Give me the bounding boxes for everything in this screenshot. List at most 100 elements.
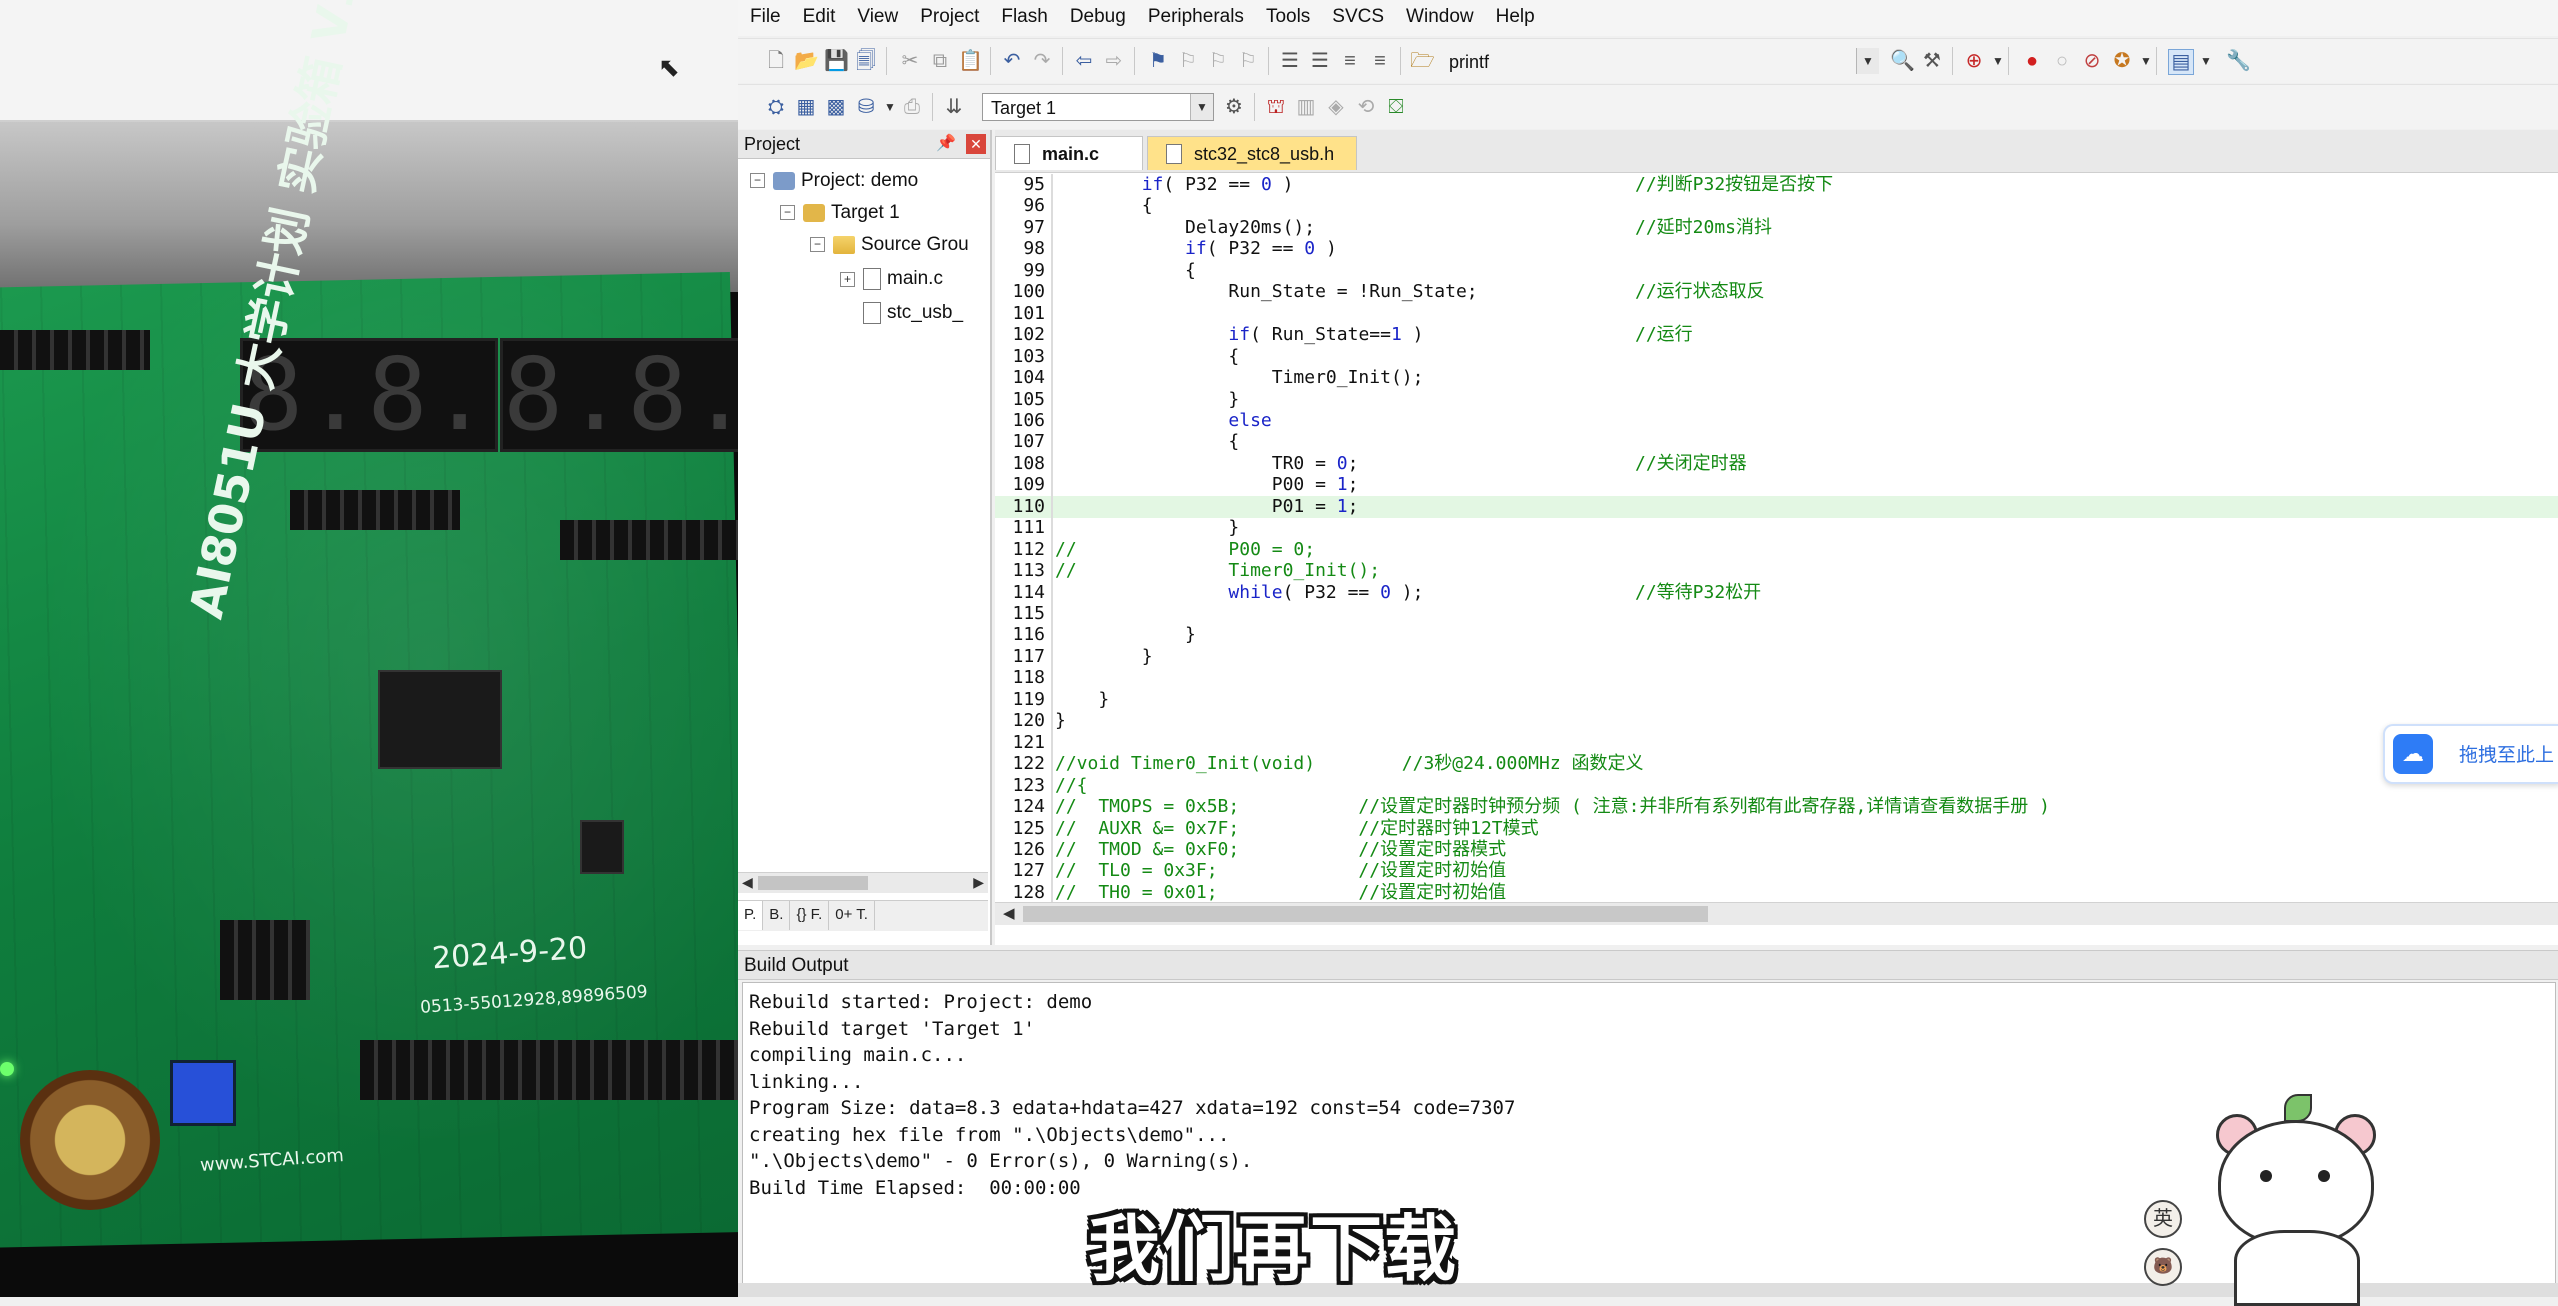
tab-project[interactable]: P.: [738, 901, 764, 930]
code-line[interactable]: 127 // TL0 = 0x3F; //设置定时初始值: [995, 860, 2558, 883]
debug-start-icon[interactable]: ⊕: [1962, 49, 1986, 73]
target-options-icon[interactable]: ⚙: [1222, 95, 1246, 119]
code-line[interactable]: 108 TR0 = 0; //关闭定时器: [995, 452, 2558, 475]
code-line[interactable]: 98 if( P32 == 0 ): [995, 238, 2558, 261]
code-line[interactable]: 114 while( P32 == 0 ); //等待P32松开: [995, 581, 2558, 604]
find-combo[interactable]: printf ▼: [1440, 47, 1880, 75]
stop-build-icon[interactable]: ⎙: [900, 95, 924, 119]
new-file-icon[interactable]: 🗋: [764, 49, 788, 73]
project-horizontal-scrollbar[interactable]: ◀ ▶: [738, 872, 988, 893]
expand-icon[interactable]: +: [840, 271, 855, 287]
open-folder-icon[interactable]: 📂: [794, 49, 819, 73]
menu-file[interactable]: File: [738, 0, 791, 36]
menu-edit[interactable]: Edit: [791, 0, 846, 36]
code-line[interactable]: 112 // P00 = 0;: [995, 538, 2558, 561]
code-line[interactable]: 115: [995, 603, 2558, 625]
tree-item-stc-usb[interactable]: stc_usb_: [863, 302, 963, 324]
save-icon[interactable]: 💾: [824, 49, 849, 73]
unindent-icon[interactable]: ☰: [1308, 49, 1332, 73]
code-line[interactable]: 106 else: [995, 409, 2558, 432]
code-line[interactable]: 116 }: [995, 624, 2558, 647]
menu-project[interactable]: Project: [908, 0, 989, 36]
prev-bookmark-icon[interactable]: ⚐: [1176, 49, 1200, 73]
ime-english-badge[interactable]: 英: [2144, 1200, 2182, 1238]
select-packs-icon[interactable]: ◈: [1324, 95, 1348, 119]
tab-books[interactable]: B.: [763, 901, 791, 930]
collapse-icon[interactable]: −: [750, 173, 765, 189]
code-line[interactable]: 95 if( P32 == 0 ) //判断P32按钮是否按下: [995, 174, 2558, 196]
scroll-thumb[interactable]: [758, 876, 868, 890]
code-line[interactable]: 102 if( Run_State==1 ) //运行: [995, 324, 2558, 347]
chevron-down-icon[interactable]: ▼: [1986, 49, 2010, 73]
manage-components-icon[interactable]: ▥: [1294, 95, 1318, 119]
tab-templates[interactable]: 0+ T.: [829, 901, 875, 930]
tree-item-project[interactable]: − Project: demo: [750, 170, 918, 192]
code-line[interactable]: 113 // Timer0_Init();: [995, 560, 2558, 583]
code-line[interactable]: 96 {: [995, 195, 2558, 218]
code-line[interactable]: 97 Delay20ms(); //延时20ms消抖: [995, 216, 2558, 239]
collapse-icon[interactable]: −: [810, 237, 825, 253]
code-line[interactable]: 128 // TH0 = 0x01; //设置定时初始值: [995, 881, 2558, 902]
code-line[interactable]: 125 // AUXR &= 0x7F; //定时器时钟12T模式: [995, 817, 2558, 840]
undo-icon[interactable]: ↶: [1000, 49, 1024, 73]
code-line[interactable]: 99 {: [995, 259, 2558, 282]
pin-icon[interactable]: 📌: [936, 130, 956, 158]
tab-main-c[interactable]: main.c: [995, 136, 1143, 170]
menu-peripherals[interactable]: Peripherals: [1136, 0, 1254, 36]
find-in-files-icon[interactable]: 🗁: [1410, 49, 1435, 73]
tree-item-main-c[interactable]: + main.c: [840, 268, 943, 290]
target-select[interactable]: Target 1 ▼: [982, 93, 1214, 121]
menu-help[interactable]: Help: [1484, 0, 1545, 36]
menu-svcs[interactable]: SVCS: [1320, 0, 1394, 36]
chevron-down-icon[interactable]: ▼: [1856, 48, 1879, 74]
kill-breakpoints-icon[interactable]: ✪: [2110, 49, 2134, 73]
code-line[interactable]: 107 {: [995, 431, 2558, 454]
chevron-down-icon[interactable]: ▼: [2194, 49, 2218, 73]
code-line[interactable]: 101: [995, 302, 2558, 325]
menu-debug[interactable]: Debug: [1058, 0, 1136, 36]
tree-item-source-group[interactable]: − Source Grou: [810, 234, 969, 256]
close-icon[interactable]: ✕: [966, 134, 986, 154]
redo-icon[interactable]: ↷: [1030, 49, 1054, 73]
rte-icon[interactable]: ⛋: [1384, 95, 1408, 119]
navigate-forward-icon[interactable]: ⇨: [1102, 49, 1126, 73]
navigate-back-icon[interactable]: ⇦: [1072, 49, 1096, 73]
drag-upload-widget[interactable]: ☁ 拖拽至此上: [2383, 724, 2558, 784]
clear-bookmarks-icon[interactable]: ⚐: [1236, 49, 1260, 73]
code-line[interactable]: 123 //{: [995, 774, 2558, 797]
tree-item-target[interactable]: − Target 1: [780, 202, 900, 224]
code-line[interactable]: 104 Timer0_Init();: [995, 367, 2558, 390]
uncomment-icon[interactable]: ≡: [1368, 49, 1392, 73]
scroll-right-icon[interactable]: ▶: [973, 874, 984, 891]
tab-stc32-usb-h[interactable]: stc32_stc8_usb.h: [1147, 136, 1357, 170]
menu-view[interactable]: View: [845, 0, 908, 36]
code-line[interactable]: 118: [995, 667, 2558, 690]
translate-icon[interactable]: ⛭: [764, 95, 788, 119]
code-line[interactable]: 103 {: [995, 345, 2558, 368]
code-line[interactable]: 120}: [995, 710, 2558, 733]
collapse-icon[interactable]: −: [780, 205, 795, 221]
menu-flash[interactable]: Flash: [989, 0, 1057, 36]
next-bookmark-icon[interactable]: ⚐: [1206, 49, 1230, 73]
indent-icon[interactable]: ☰: [1278, 49, 1302, 73]
menu-tools[interactable]: Tools: [1254, 0, 1320, 36]
scroll-left-icon[interactable]: ◀: [742, 874, 753, 891]
code-line[interactable]: 111 }: [995, 517, 2558, 540]
code-line[interactable]: 117 }: [995, 645, 2558, 668]
chevron-down-icon[interactable]: ▼: [878, 95, 902, 119]
cut-icon[interactable]: ✂: [898, 49, 922, 73]
comment-icon[interactable]: ≡: [1338, 49, 1362, 73]
disable-all-breakpoints-icon[interactable]: ⊘: [2080, 49, 2104, 73]
code-line[interactable]: 110 P01 = 1;: [995, 495, 2558, 518]
rebuild-icon[interactable]: ▩: [824, 95, 848, 119]
chevron-down-icon[interactable]: ▼: [2134, 49, 2158, 73]
code-line[interactable]: 109 P00 = 1;: [995, 474, 2558, 497]
code-line[interactable]: 124 // TMOPS = 0x5B; //设置定时器时钟预分频 ( 注意:并非…: [995, 796, 2558, 819]
save-all-icon[interactable]: 🗐: [854, 49, 878, 73]
batch-build-icon[interactable]: ⛁: [854, 95, 878, 119]
scroll-thumb[interactable]: [1023, 906, 1708, 922]
code-line[interactable]: 122 //void Timer0_Init(void) //3秒@24.000M…: [995, 753, 2558, 776]
code-line[interactable]: 119 }: [995, 688, 2558, 711]
disable-breakpoint-icon[interactable]: ○: [2050, 49, 2074, 73]
breakpoint-icon[interactable]: ●: [2020, 49, 2044, 73]
